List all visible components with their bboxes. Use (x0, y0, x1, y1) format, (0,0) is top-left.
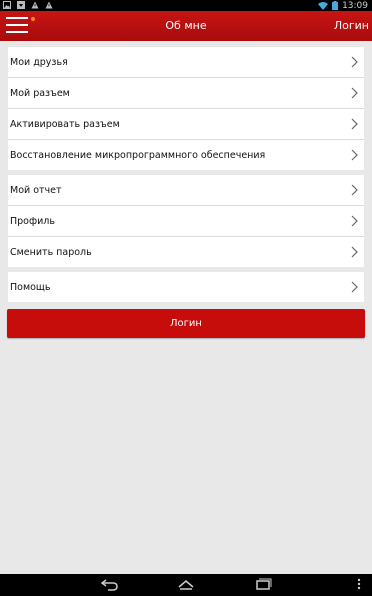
menu-group-account: Мои друзья Мой разъем Активировать разъе… (8, 47, 364, 170)
list-item-label: Мой отчет (10, 184, 62, 196)
chevron-right-icon (351, 87, 358, 99)
app-toolbar: Об мне Логин (0, 11, 372, 41)
chevron-right-icon (351, 184, 358, 196)
list-item-help[interactable]: Помощь (8, 272, 364, 302)
chevron-right-icon (351, 215, 358, 227)
wifi-icon (318, 1, 329, 10)
status-bar: 13:09 (0, 0, 372, 11)
notification-icons (3, 1, 53, 9)
list-item-label: Сменить пароль (10, 246, 92, 258)
clock: 13:09 (342, 0, 368, 11)
login-action-button[interactable]: Логин (334, 11, 369, 41)
list-item-label: Активировать разъем (10, 118, 120, 130)
chevron-right-icon (351, 149, 358, 161)
overflow-menu-icon[interactable] (356, 577, 362, 591)
download-icon (17, 1, 25, 9)
chevron-right-icon (351, 246, 358, 258)
battery-icon (332, 1, 339, 10)
hamburger-menu-icon[interactable] (6, 17, 28, 35)
chevron-right-icon (351, 281, 358, 293)
menu-group-profile: Мой отчет Профиль Сменить пароль (8, 175, 364, 267)
system-status: 13:09 (318, 0, 368, 11)
navigation-bar (0, 574, 372, 596)
list-item-profile[interactable]: Профиль (8, 206, 364, 237)
page-title: Об мне (165, 19, 207, 32)
warning-icon (31, 1, 39, 9)
notification-badge (31, 17, 35, 21)
login-button-label: Логин (170, 318, 202, 329)
list-item-my-socket[interactable]: Мой разъем (8, 78, 364, 109)
list-item-activate-socket[interactable]: Активировать разъем (8, 109, 364, 140)
list-item-firmware-recovery[interactable]: Восстановление микропрограммного обеспеч… (8, 140, 364, 170)
list-item-label: Помощь (10, 281, 51, 293)
image-icon (3, 1, 11, 9)
warning-icon (45, 1, 53, 9)
list-item-my-report[interactable]: Мой отчет (8, 175, 364, 206)
list-item-label: Профиль (10, 215, 55, 227)
home-icon[interactable] (176, 577, 196, 591)
list-item-label: Мои друзья (10, 56, 68, 68)
menu-group-help: Помощь (8, 272, 364, 302)
list-item-my-friends[interactable]: Мои друзья (8, 47, 364, 78)
back-icon[interactable] (100, 577, 120, 591)
login-button[interactable]: Логин (7, 309, 365, 338)
list-item-change-password[interactable]: Сменить пароль (8, 237, 364, 267)
recent-apps-icon[interactable] (253, 577, 273, 591)
list-item-label: Восстановление микропрограммного обеспеч… (10, 149, 266, 161)
chevron-right-icon (351, 56, 358, 68)
chevron-right-icon (351, 118, 358, 130)
list-item-label: Мой разъем (10, 87, 70, 99)
